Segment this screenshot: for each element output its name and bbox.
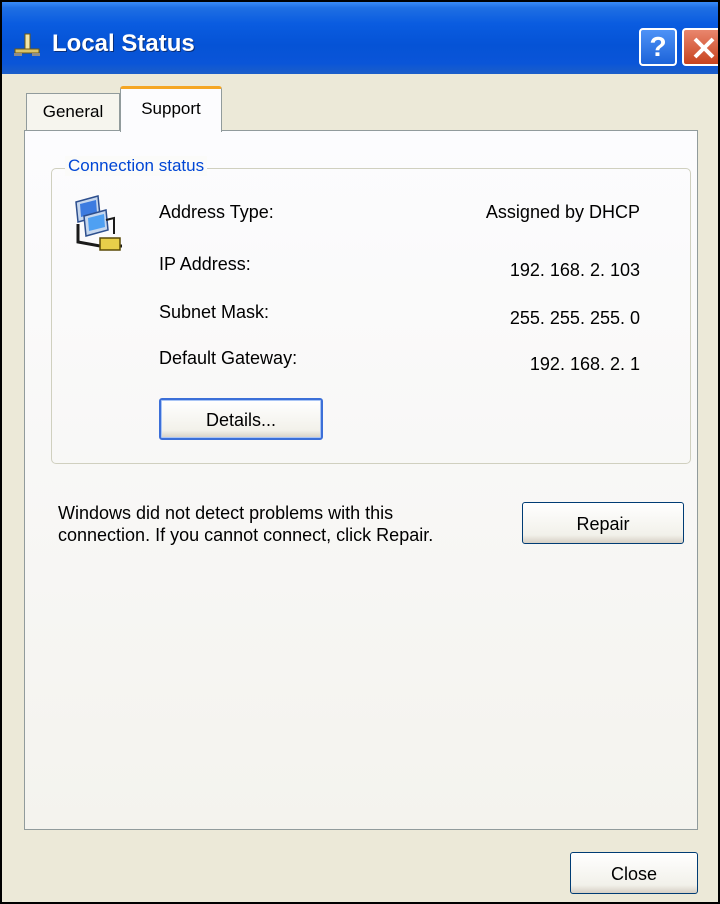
close-x-icon [693, 37, 715, 59]
subnet-mask-label: Subnet Mask: [159, 302, 270, 322]
network-plug-icon [14, 33, 40, 56]
local-status-dialog: Local Status ? General Support Connectio… [0, 0, 720, 904]
subnet-mask-value: 255. 255. 255. 0 [509, 308, 640, 328]
default-gateway-value: 192. 168. 2. 1 [529, 354, 640, 374]
network-computers-icon [75, 195, 122, 251]
title-close-button[interactable] [682, 28, 718, 66]
details-button[interactable]: Details... [159, 398, 323, 440]
address-type-label: Address Type: [159, 202, 274, 222]
close-button[interactable]: Close [570, 852, 698, 894]
connection-status-legend: Connection status [65, 156, 208, 176]
ip-address-value: 192. 168. 2. 103 [509, 260, 640, 280]
tab-general[interactable]: General [26, 93, 120, 131]
default-gateway-label: Default Gateway: [159, 348, 298, 368]
repair-message: Windows did not detect problems with thi… [58, 503, 434, 545]
help-button[interactable]: ? [639, 28, 677, 66]
repair-button[interactable]: Repair [522, 502, 684, 544]
window-title: Local Status [52, 30, 195, 57]
title-bar[interactable]: Local Status ? [2, 2, 718, 74]
address-type-value: Assigned by DHCP [485, 202, 640, 222]
ip-address-label: IP Address: [159, 254, 251, 274]
tab-support[interactable]: Support [120, 86, 222, 132]
